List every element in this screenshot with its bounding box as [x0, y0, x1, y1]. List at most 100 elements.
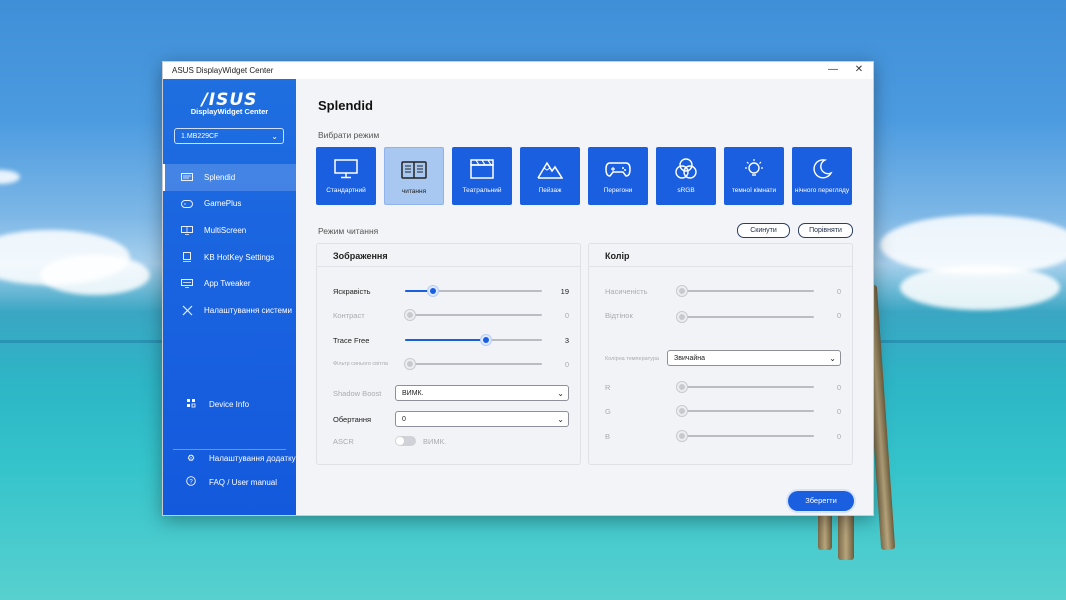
- monitor-select[interactable]: 1.MB229CF ⌄: [174, 128, 284, 144]
- sidebar-nav: Splendid GamePlus MultiScreen KB HotKey …: [163, 164, 296, 324]
- rgb-icon: [656, 158, 716, 180]
- reset-button[interactable]: Скинути: [737, 223, 790, 238]
- mode-label: читання: [401, 188, 427, 195]
- slider-handle[interactable]: [677, 286, 687, 296]
- cloud: [40, 255, 150, 295]
- panel-header: Колір: [589, 244, 852, 267]
- mode-name-label: Режим читання: [318, 226, 379, 236]
- mode-label: Перегони: [603, 187, 633, 194]
- slider-handle[interactable]: [428, 286, 438, 296]
- ascr-toggle[interactable]: [395, 436, 416, 446]
- tint-slider[interactable]: [677, 312, 814, 322]
- ascr-state: ВИМК.: [423, 437, 447, 446]
- gamepad-icon: [588, 158, 648, 180]
- b-value: 0: [836, 432, 841, 441]
- mode-dark-room[interactable]: темної кімнати: [724, 147, 784, 205]
- chevron-down-icon: ⌄: [271, 132, 278, 141]
- wooden-post: [818, 512, 832, 550]
- sidebar-item-gameplus[interactable]: GamePlus: [163, 191, 296, 218]
- ascr-label: ASCR: [333, 437, 354, 446]
- chevron-down-icon: ⌄: [557, 389, 564, 398]
- mode-srgb[interactable]: sRGB: [656, 147, 716, 205]
- book-icon: [385, 159, 443, 181]
- panel-header: Зображення: [317, 244, 580, 267]
- slider-handle[interactable]: [481, 335, 491, 345]
- rotation-label: Обертання: [333, 415, 372, 424]
- mode-label: sRGB: [677, 187, 695, 194]
- mode-standard[interactable]: Стандартний: [316, 147, 376, 205]
- title-bar: ASUS DisplayWidget Center — ✕: [163, 62, 873, 79]
- contrast-slider[interactable]: [405, 310, 542, 320]
- shadow-boost-label: Shadow Boost: [333, 389, 382, 398]
- slider-handle[interactable]: [677, 406, 687, 416]
- moon-icon: [792, 158, 852, 180]
- r-label: R: [605, 383, 611, 392]
- mode-theater[interactable]: Театральний: [452, 147, 512, 205]
- color-temp-select[interactable]: Звичайна ⌄: [667, 350, 841, 366]
- toggle-knob: [396, 437, 404, 445]
- app-subtitle: DisplayWidget Center: [190, 107, 269, 116]
- lamp-icon: [724, 158, 784, 180]
- blue-light-slider[interactable]: [405, 359, 542, 369]
- tools-icon: [180, 305, 194, 316]
- minimize-button[interactable]: —: [823, 63, 843, 77]
- color-temp-label: Колірна температура: [605, 356, 659, 362]
- rotation-value: 0: [402, 416, 406, 423]
- slider-handle[interactable]: [677, 312, 687, 322]
- g-slider[interactable]: [677, 406, 814, 416]
- save-button[interactable]: Зберегти: [788, 491, 854, 511]
- sidebar-item-multiscreen[interactable]: MultiScreen: [163, 217, 296, 244]
- device-info-label: Device Info: [209, 399, 250, 409]
- b-label: B: [605, 432, 611, 441]
- sidebar-item-kb-hotkey[interactable]: KB HotKey Settings: [163, 244, 296, 271]
- help-icon: ?: [184, 476, 198, 488]
- cloud: [900, 265, 1060, 310]
- shadow-boost-select[interactable]: ВИМК. ⌄: [395, 385, 569, 401]
- rotation-select[interactable]: 0 ⌄: [395, 411, 569, 427]
- slider-handle[interactable]: [405, 310, 415, 320]
- sidebar-item-app-tweaker[interactable]: App Tweaker: [163, 270, 296, 297]
- device-info-icon: [184, 398, 198, 410]
- window-title: ASUS DisplayWidget Center: [172, 66, 274, 75]
- choose-mode-label: Вибрати режим: [318, 130, 380, 140]
- sidebar-item-system-settings[interactable]: Налаштування системи: [163, 297, 296, 324]
- mode-racing[interactable]: Перегони: [588, 147, 648, 205]
- monitor-icon: [316, 158, 376, 180]
- mode-label: Стандартний: [326, 187, 366, 194]
- tint-label: Відтінок: [605, 311, 633, 320]
- faq-link[interactable]: ? FAQ / User manual: [163, 473, 296, 491]
- trace-free-slider[interactable]: [405, 335, 542, 345]
- blue-light-label: Фільтр синього світла: [333, 361, 388, 367]
- g-label: G: [605, 407, 611, 416]
- app-settings-link[interactable]: ⚙ Налаштування додатку: [163, 449, 296, 467]
- brightness-value: 19: [560, 287, 569, 296]
- r-slider[interactable]: [677, 382, 814, 392]
- slider-handle[interactable]: [677, 431, 687, 441]
- close-button[interactable]: ✕: [849, 63, 869, 77]
- sidebar-item-splendid[interactable]: Splendid: [163, 164, 296, 191]
- mode-landscape[interactable]: Пейзаж: [520, 147, 580, 205]
- shadow-boost-value: ВИМК.: [402, 390, 424, 397]
- color-temp-value: Звичайна: [674, 355, 706, 362]
- device-info-link[interactable]: Device Info: [163, 395, 296, 413]
- mode-label: Пейзаж: [538, 187, 562, 194]
- saturation-value: 0: [836, 287, 841, 296]
- sidebar-item-label: Splendid: [204, 172, 236, 182]
- b-slider[interactable]: [677, 431, 814, 441]
- gear-icon: ⚙: [186, 452, 196, 463]
- panel-title: Зображення: [333, 251, 388, 261]
- sidebar: /ISUS DisplayWidget Center 1.MB229CF ⌄ S…: [163, 79, 296, 515]
- mountain-icon: [520, 158, 580, 180]
- slider-handle[interactable]: [405, 359, 415, 369]
- mode-reading[interactable]: читання: [384, 147, 444, 205]
- blue-light-value: 0: [564, 360, 569, 369]
- mode-night-view[interactable]: нічного перегляду: [792, 147, 852, 205]
- main-content: Splendid Вибрати режим Стандартний читан…: [296, 79, 873, 515]
- compare-button[interactable]: Порівняти: [798, 223, 853, 238]
- sidebar-item-label: MultiScreen: [204, 225, 247, 235]
- saturation-slider[interactable]: [677, 286, 814, 296]
- gamepad-icon: [180, 199, 194, 209]
- app-settings-label: Налаштування додатку: [209, 453, 296, 463]
- slider-handle[interactable]: [677, 382, 687, 392]
- brightness-slider[interactable]: [405, 286, 542, 296]
